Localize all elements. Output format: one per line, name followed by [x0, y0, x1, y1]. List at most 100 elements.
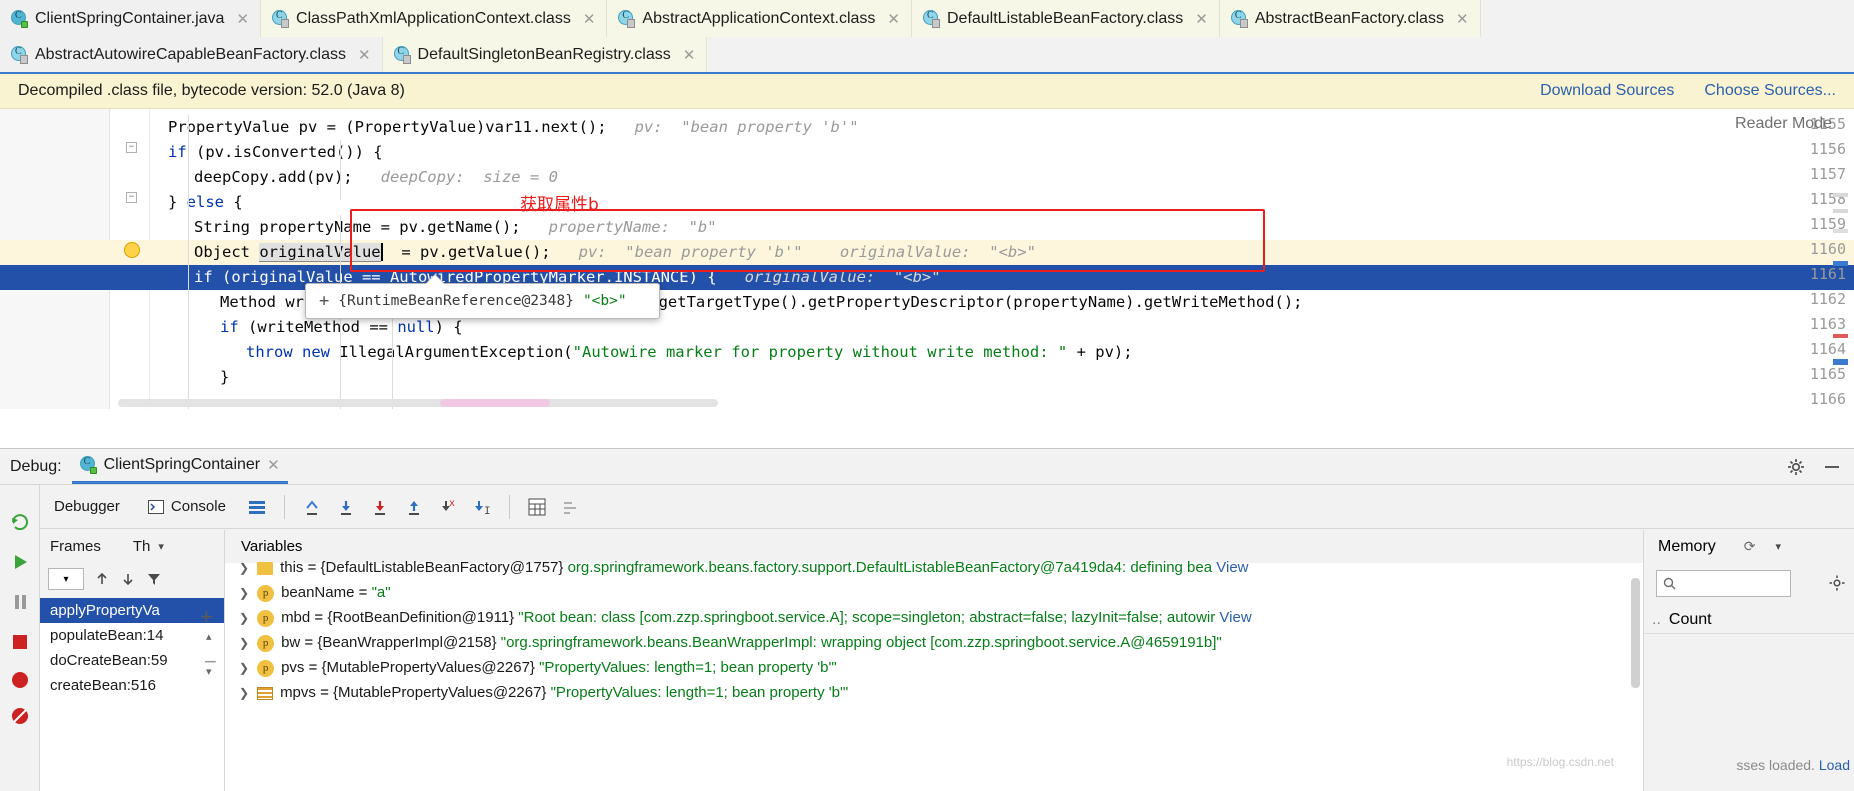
close-icon[interactable]: ✕ [887, 10, 900, 28]
mute-breakpoints-rail-icon[interactable] [8, 704, 32, 728]
view-link[interactable]: View [1219, 609, 1251, 626]
layout-settings-icon[interactable] [240, 492, 274, 522]
expand-arrow-icon[interactable]: ❯ [239, 686, 249, 700]
resume-program-icon[interactable] [8, 550, 32, 574]
variable-row[interactable]: ❯ p bw = {BeanWrapperImpl@2158} "org.sprin… [225, 630, 1643, 655]
editor-tab-label: AbstractApplicationContext.class [642, 9, 876, 27]
tab-console[interactable]: Console [134, 498, 240, 515]
editor-tab-2[interactable]: AbstractApplicationContext.class ✕ [607, 0, 912, 37]
chevron-down-icon[interactable]: ▾ [158, 540, 164, 553]
debug-session-tab[interactable]: ClientSpringContainer ✕ [71, 450, 288, 484]
close-icon[interactable]: ✕ [583, 10, 596, 28]
memory-search-input[interactable] [1681, 576, 1781, 591]
step-out-button[interactable] [397, 492, 431, 522]
editor-tab-1[interactable]: DefaultSingletonBeanRegistry.class ✕ [382, 37, 708, 72]
editor-tab-1[interactable]: ClassPathXmlApplicationContext.class ✕ [261, 0, 608, 37]
memory-dots: .. [1652, 610, 1661, 628]
expand-plus-icon[interactable]: + [319, 291, 329, 311]
thread-selector-label[interactable]: Th [133, 538, 151, 555]
marker-stripe [1833, 209, 1848, 213]
idea-window: ClientSpringContainer.java✕ClassPathXmlA… [0, 0, 1854, 791]
step-into-button[interactable] [363, 492, 397, 522]
add-watch-button[interactable]: + [200, 604, 213, 630]
step-over-button[interactable] [329, 492, 363, 522]
reader-mode-label[interactable]: Reader Mode [1735, 115, 1832, 133]
expand-arrow-icon[interactable]: ❯ [239, 586, 249, 600]
mute-breakpoints-button[interactable] [554, 492, 588, 522]
pause-program-icon[interactable] [8, 590, 32, 614]
fold-marker[interactable]: − [126, 142, 137, 153]
download-sources-link[interactable]: Download Sources [1540, 82, 1674, 100]
close-icon[interactable]: ✕ [236, 10, 249, 28]
frame-item[interactable]: applyPropertyVa [40, 598, 224, 623]
remove-watch-button[interactable]: − [204, 649, 217, 675]
editor-hscrollbar[interactable] [118, 399, 718, 407]
editor-tab-4[interactable]: AbstractBeanFactory.class ✕ [1219, 0, 1481, 37]
debug-left-rail[interactable] [0, 485, 40, 791]
chevron-down-icon[interactable]: ▾ [1776, 540, 1782, 553]
frames-list[interactable]: applyPropertyVa populateBean:14 doCreateBe… [40, 598, 224, 791]
variable-value: "PropertyValues: length=1; bean property… [539, 659, 837, 676]
memory-search-box[interactable] [1656, 570, 1791, 597]
fold-marker[interactable]: − [126, 192, 137, 203]
variables-panel: Variables ❯ this = {DefaultListableBeanFa… [225, 530, 1644, 791]
filter-icon[interactable] [146, 571, 162, 587]
memory-settings-icon[interactable] [1828, 574, 1846, 592]
choose-sources-link[interactable]: Choose Sources... [1704, 82, 1836, 100]
close-icon[interactable]: ✕ [358, 46, 371, 64]
force-step-into-button[interactable]: x [431, 492, 465, 522]
variable-row[interactable]: ❯ this = {DefaultListableBeanFactory@1757… [225, 555, 1643, 580]
close-icon[interactable]: ✕ [267, 456, 280, 474]
frame-item[interactable]: populateBean:14 [40, 623, 224, 648]
variable-row[interactable]: ❯ p pvs = {MutablePropertyValues@2267} "Pr… [225, 655, 1643, 680]
value-tooltip-popup[interactable]: + {RuntimeBeanReference@2348} "<b>" [305, 275, 660, 319]
expand-arrow-icon[interactable]: ❯ [239, 611, 249, 625]
frames-controls[interactable]: ▾ [40, 563, 224, 595]
gear-icon[interactable] [1786, 457, 1806, 477]
tab-debugger[interactable]: Debugger [40, 498, 134, 515]
variable-reference: {MutablePropertyValues@2267} [321, 659, 535, 676]
tooltip-value: "<b>" [582, 293, 627, 309]
expand-arrow-icon[interactable]: ❯ [239, 661, 249, 675]
variable-reference: {DefaultListableBeanFactory@1757} [320, 559, 564, 576]
move-down-icon[interactable] [120, 571, 136, 587]
memory-count-header[interactable]: .. Count [1644, 606, 1854, 634]
memory-actions[interactable] [1828, 574, 1846, 592]
close-icon[interactable]: ✕ [1195, 10, 1208, 28]
editor-tab-3[interactable]: DefaultListableBeanFactory.class ✕ [911, 0, 1220, 37]
memory-refresh-icon[interactable]: ⟳ [1744, 538, 1756, 555]
variable-row[interactable]: ❯ mpvs = {MutablePropertyValues@2267} "Pr… [225, 680, 1643, 705]
editor-tab-label: ClientSpringContainer.java [35, 9, 225, 27]
variables-scrollbar[interactable] [1631, 578, 1640, 688]
expand-arrow-icon[interactable]: ❯ [239, 636, 249, 650]
thread-combo[interactable]: ▾ [48, 568, 84, 590]
frame-item[interactable]: createBean:516 [40, 673, 224, 698]
stop-program-icon[interactable] [8, 630, 32, 654]
expand-arrow-icon[interactable]: ❯ [239, 561, 249, 575]
variable-row[interactable]: ❯ p beanName = "a" [225, 580, 1643, 605]
rerun-icon[interactable] [8, 510, 32, 534]
view-link[interactable]: View [1216, 559, 1248, 576]
move-up-icon[interactable] [94, 571, 110, 587]
param-badge-icon: p [257, 634, 275, 652]
code-editor[interactable]: 1155 1156 1157 1158 1159 1160 1161 1162 1163 1164… [0, 109, 1854, 409]
hide-icon[interactable] [1822, 457, 1842, 477]
show-execution-point-button[interactable] [295, 492, 329, 522]
editor-hscrollbar-thumb[interactable] [440, 399, 550, 407]
memory-load-link[interactable]: Load [1819, 757, 1850, 773]
variable-equals: = [307, 559, 317, 576]
frame-item[interactable]: doCreateBean:59 [40, 648, 224, 673]
intention-bulb-icon[interactable] [124, 242, 140, 258]
debug-header-actions[interactable] [1786, 457, 1842, 477]
close-icon[interactable]: ✕ [683, 46, 696, 64]
close-icon[interactable]: ✕ [1456, 10, 1469, 28]
variable-equals: = [320, 684, 329, 701]
debugger-toolbar[interactable]: Debugger Console x I [0, 485, 1854, 529]
variable-row[interactable]: ❯ p mbd = {RootBeanDefinition@1911} "Root … [225, 605, 1643, 630]
editor-tab-0[interactable]: AbstractAutowireCapableBeanFactory.class… [0, 37, 383, 72]
editor-tab-0[interactable]: ClientSpringContainer.java ✕ [0, 0, 262, 37]
view-breakpoints-icon[interactable] [8, 668, 32, 692]
run-to-cursor-button[interactable]: I [465, 492, 499, 522]
evaluate-expression-button[interactable] [520, 492, 554, 522]
code-line-1158: } else { [168, 193, 243, 211]
